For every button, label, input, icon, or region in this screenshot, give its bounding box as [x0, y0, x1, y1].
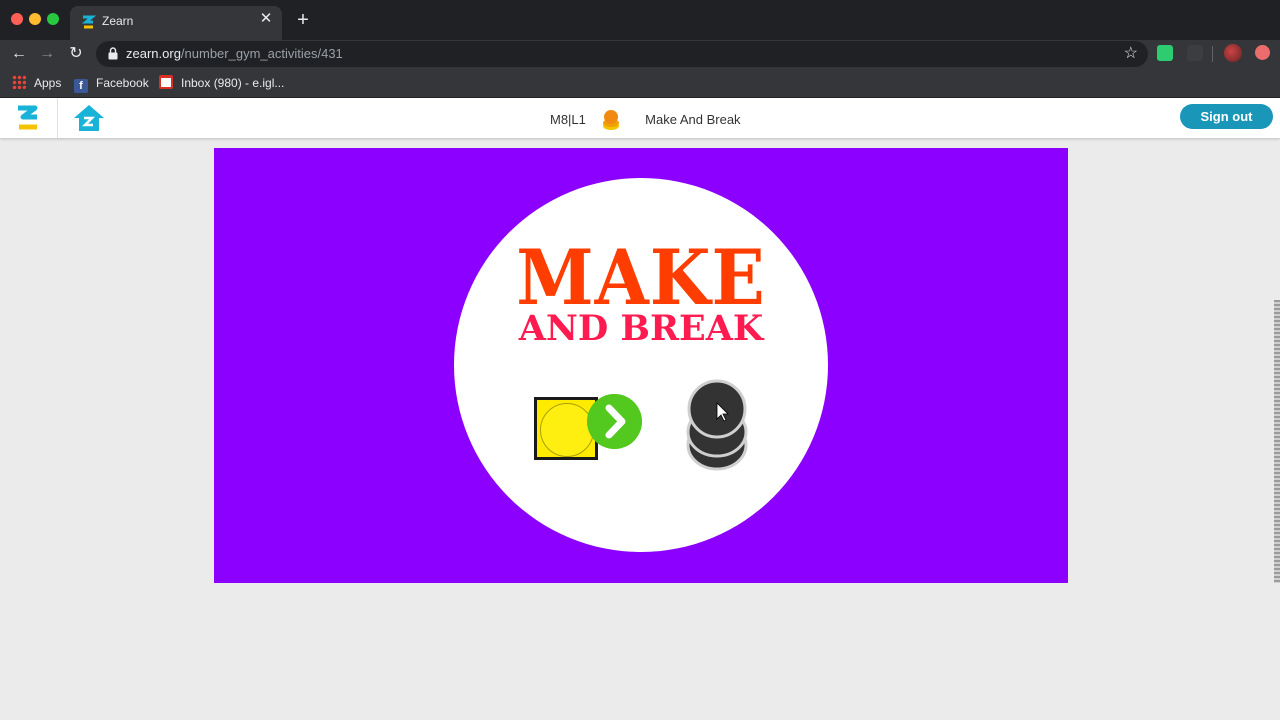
browser-tab[interactable]: Zearn ✕: [70, 6, 282, 40]
title-circle: MAKE AND BREAK: [454, 178, 828, 552]
extension-icon[interactable]: [1187, 45, 1203, 61]
bookmark-facebook[interactable]: f Facebook: [74, 74, 149, 93]
bookmark-label: Facebook: [96, 76, 149, 90]
arrow-right-icon[interactable]: [587, 394, 642, 449]
browser-tabstrip: Zearn ✕ +: [0, 0, 1280, 40]
lock-icon: [108, 47, 118, 60]
activity-subtitle: AND BREAK: [518, 308, 764, 349]
apps-grid-icon: [12, 75, 26, 89]
lesson-code: M8|L1: [550, 112, 586, 127]
activity-title: MAKE: [516, 233, 766, 322]
url-path: /number_gym_activities/431: [180, 46, 343, 61]
toolbar-divider: [1212, 46, 1213, 62]
zearn-favicon-icon: [81, 15, 96, 29]
close-window-button[interactable]: [11, 13, 23, 25]
url-text: zearn.org/number_gym_activities/431: [126, 46, 343, 61]
bookmark-inbox[interactable]: Inbox (980) - e.igl...: [159, 74, 284, 92]
reload-button[interactable]: ↻: [65, 43, 87, 65]
scrollbar[interactable]: [1274, 300, 1280, 583]
home-icon[interactable]: [72, 103, 106, 133]
address-bar[interactable]: zearn.org/number_gym_activities/431 ☆: [96, 41, 1148, 67]
back-button[interactable]: ←: [8, 43, 30, 65]
activity-stage[interactable]: MAKE AND BREAK: [214, 148, 1068, 583]
browser-toolbar: ← → ↻ zearn.org/number_gym_activities/43…: [0, 40, 1280, 68]
sign-out-button[interactable]: Sign out: [1180, 104, 1273, 129]
bookmark-label: Inbox (980) - e.igl...: [181, 76, 285, 90]
new-tab-button[interactable]: +: [293, 10, 313, 30]
site-header: M8|L1 Make And Break Sign out: [0, 98, 1280, 138]
tab-title: Zearn: [102, 14, 134, 28]
bookmark-apps[interactable]: Apps: [12, 74, 61, 92]
minimize-window-button[interactable]: [29, 13, 41, 25]
bookmark-label: Apps: [34, 76, 62, 90]
coin-stack-icon[interactable]: [686, 379, 748, 471]
lesson-info: M8|L1 Make And Break: [550, 109, 741, 130]
bookmarks-bar: Apps f Facebook Inbox (980) - e.igl...: [0, 68, 1280, 98]
extension-icon[interactable]: [1157, 45, 1173, 61]
extension-icon[interactable]: [1255, 45, 1270, 60]
activity-name: Make And Break: [645, 112, 741, 127]
forward-button[interactable]: →: [36, 43, 58, 65]
star-icon[interactable]: ☆: [1124, 44, 1138, 64]
activity-coin-icon: [602, 110, 619, 130]
url-host: zearn.org: [126, 46, 181, 61]
zoom-window-button[interactable]: [47, 13, 59, 25]
zearn-logo-icon[interactable]: [14, 103, 42, 133]
profile-avatar[interactable]: [1224, 44, 1242, 62]
yellow-coin-icon: [540, 403, 594, 457]
facebook-icon: f: [74, 79, 88, 93]
header-divider: [57, 98, 58, 138]
close-tab-icon[interactable]: ✕: [258, 11, 274, 27]
gmail-icon: [159, 75, 173, 89]
